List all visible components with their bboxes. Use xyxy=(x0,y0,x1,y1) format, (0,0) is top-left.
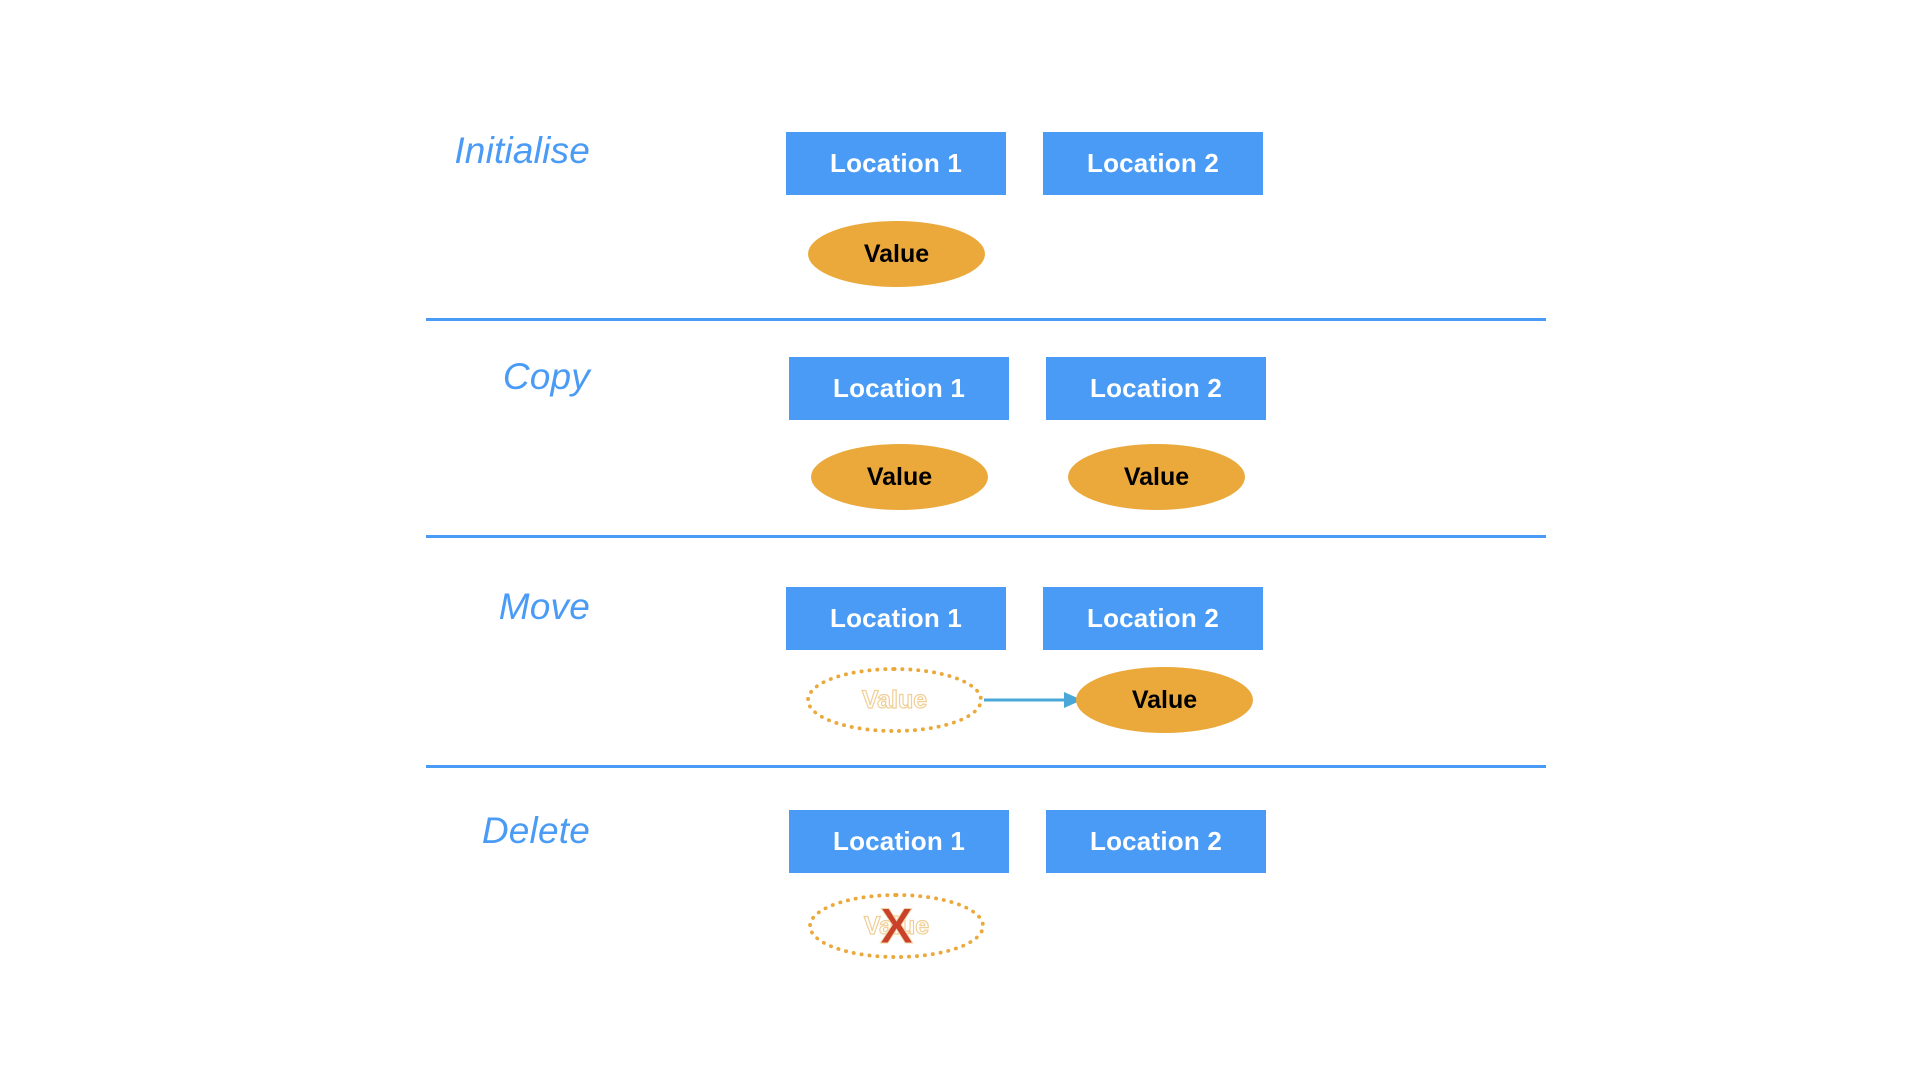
move-location-1-label: Location 1 xyxy=(829,603,962,633)
delete-location-2-label: Location 2 xyxy=(1089,826,1222,856)
row-divider-2 xyxy=(426,535,1546,538)
row-divider-1 xyxy=(426,318,1546,321)
delete-ghost-value-label: Value xyxy=(863,911,930,940)
delete-value-ellipse-location-1-ghost: Value X xyxy=(808,893,985,959)
initialise-value-label: Value xyxy=(863,239,930,268)
copy-location-2-label: Location 2 xyxy=(1089,373,1222,403)
row-label-initialise: Initialise xyxy=(454,130,590,171)
copy-location-1-label: Location 1 xyxy=(832,373,965,403)
move-arrow-icon xyxy=(984,692,1082,708)
move-location-2-label: Location 2 xyxy=(1086,603,1219,633)
move-value-ellipse-location-1-ghost: Value xyxy=(806,667,983,733)
move-value-label: Value xyxy=(1131,685,1198,714)
move-arrow-wrap xyxy=(984,686,1084,714)
initialise-location-1-label: Location 1 xyxy=(829,148,962,178)
move-location-2-box: Location 2 xyxy=(1043,587,1263,650)
initialise-value-ellipse-location-1: Value xyxy=(808,221,985,287)
initialise-location-2-label: Location 2 xyxy=(1086,148,1219,178)
row-label-delete: Delete xyxy=(481,810,590,851)
copy-value-label-2: Value xyxy=(1123,462,1190,491)
diagram-canvas: Initialise Location 1 Location 2 Value C… xyxy=(0,0,1920,1080)
row-label-move: Move xyxy=(498,586,590,627)
copy-value-ellipse-location-2: Value xyxy=(1068,444,1245,510)
copy-location-1-box: Location 1 xyxy=(789,357,1009,420)
move-ghost-value-label: Value xyxy=(861,685,928,714)
initialise-location-1-box: Location 1 xyxy=(786,132,1006,195)
delete-location-1-label: Location 1 xyxy=(832,826,965,856)
copy-value-label-1: Value xyxy=(866,462,933,491)
copy-location-2-box: Location 2 xyxy=(1046,357,1266,420)
delete-location-1-box: Location 1 xyxy=(789,810,1009,873)
move-value-ellipse-location-2: Value xyxy=(1076,667,1253,733)
initialise-location-2-box: Location 2 xyxy=(1043,132,1263,195)
delete-location-2-box: Location 2 xyxy=(1046,810,1266,873)
row-divider-3 xyxy=(426,765,1546,768)
copy-value-ellipse-location-1: Value xyxy=(811,444,988,510)
move-location-1-box: Location 1 xyxy=(786,587,1006,650)
row-label-copy: Copy xyxy=(502,356,590,397)
